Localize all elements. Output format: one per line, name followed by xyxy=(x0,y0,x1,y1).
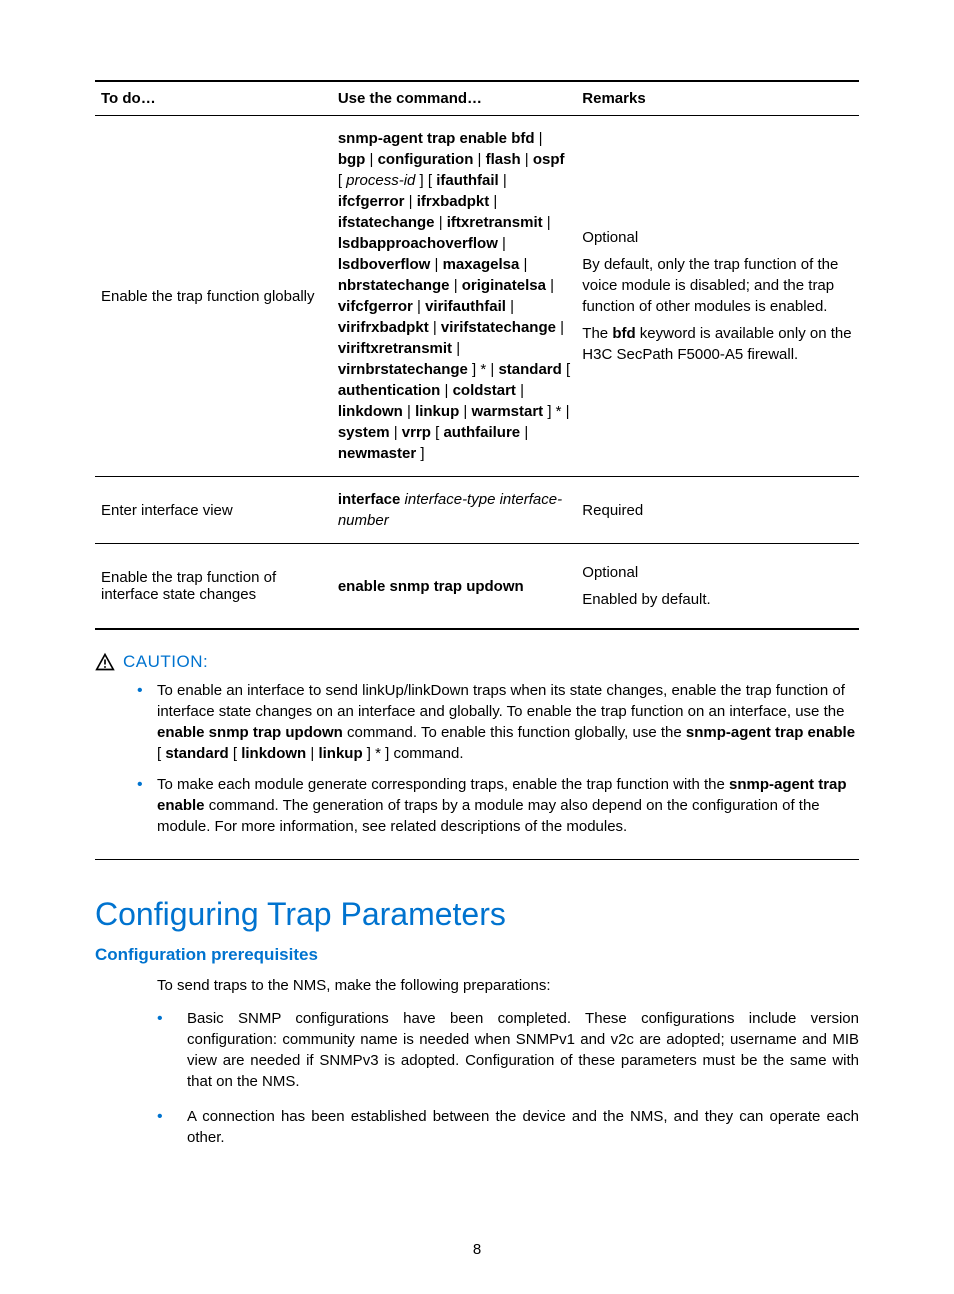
table-row: Enable the trap function globallysnmp-ag… xyxy=(95,116,859,477)
table-row: Enable the trap function of interface st… xyxy=(95,544,859,630)
cell-command: snmp-agent trap enable bfd | bgp | confi… xyxy=(332,116,576,477)
table-row: Enter interface viewinterface interface-… xyxy=(95,477,859,544)
cell-remarks: OptionalBy default, only the trap functi… xyxy=(576,116,859,477)
cell-todo: Enable the trap function globally xyxy=(95,116,332,477)
body-list-item: A connection has been established betwee… xyxy=(157,1106,859,1148)
th-remarks: Remarks xyxy=(576,81,859,116)
caution-item: To enable an interface to send linkUp/li… xyxy=(157,680,859,764)
section-heading: Configuring Trap Parameters xyxy=(95,896,859,933)
caution-icon xyxy=(95,652,115,672)
command-table: To do… Use the command… Remarks Enable t… xyxy=(95,80,859,630)
caution-block: CAUTION: To enable an interface to send … xyxy=(95,652,859,860)
caution-item: To make each module generate correspondi… xyxy=(157,774,859,837)
cell-todo: Enter interface view xyxy=(95,477,332,544)
cell-remarks: Required xyxy=(576,477,859,544)
caution-label: CAUTION: xyxy=(123,652,208,672)
intro-text: To send traps to the NMS, make the follo… xyxy=(157,975,859,996)
th-todo: To do… xyxy=(95,81,332,116)
cell-command: enable snmp trap updown xyxy=(332,544,576,630)
cell-remarks: OptionalEnabled by default. xyxy=(576,544,859,630)
th-cmd: Use the command… xyxy=(332,81,576,116)
cell-command: interface interface-type interface-numbe… xyxy=(332,477,576,544)
subsection-heading: Configuration prerequisites xyxy=(95,945,859,965)
cell-todo: Enable the trap function of interface st… xyxy=(95,544,332,630)
page-number: 8 xyxy=(0,1241,954,1258)
body-list-item: Basic SNMP configurations have been comp… xyxy=(157,1008,859,1092)
